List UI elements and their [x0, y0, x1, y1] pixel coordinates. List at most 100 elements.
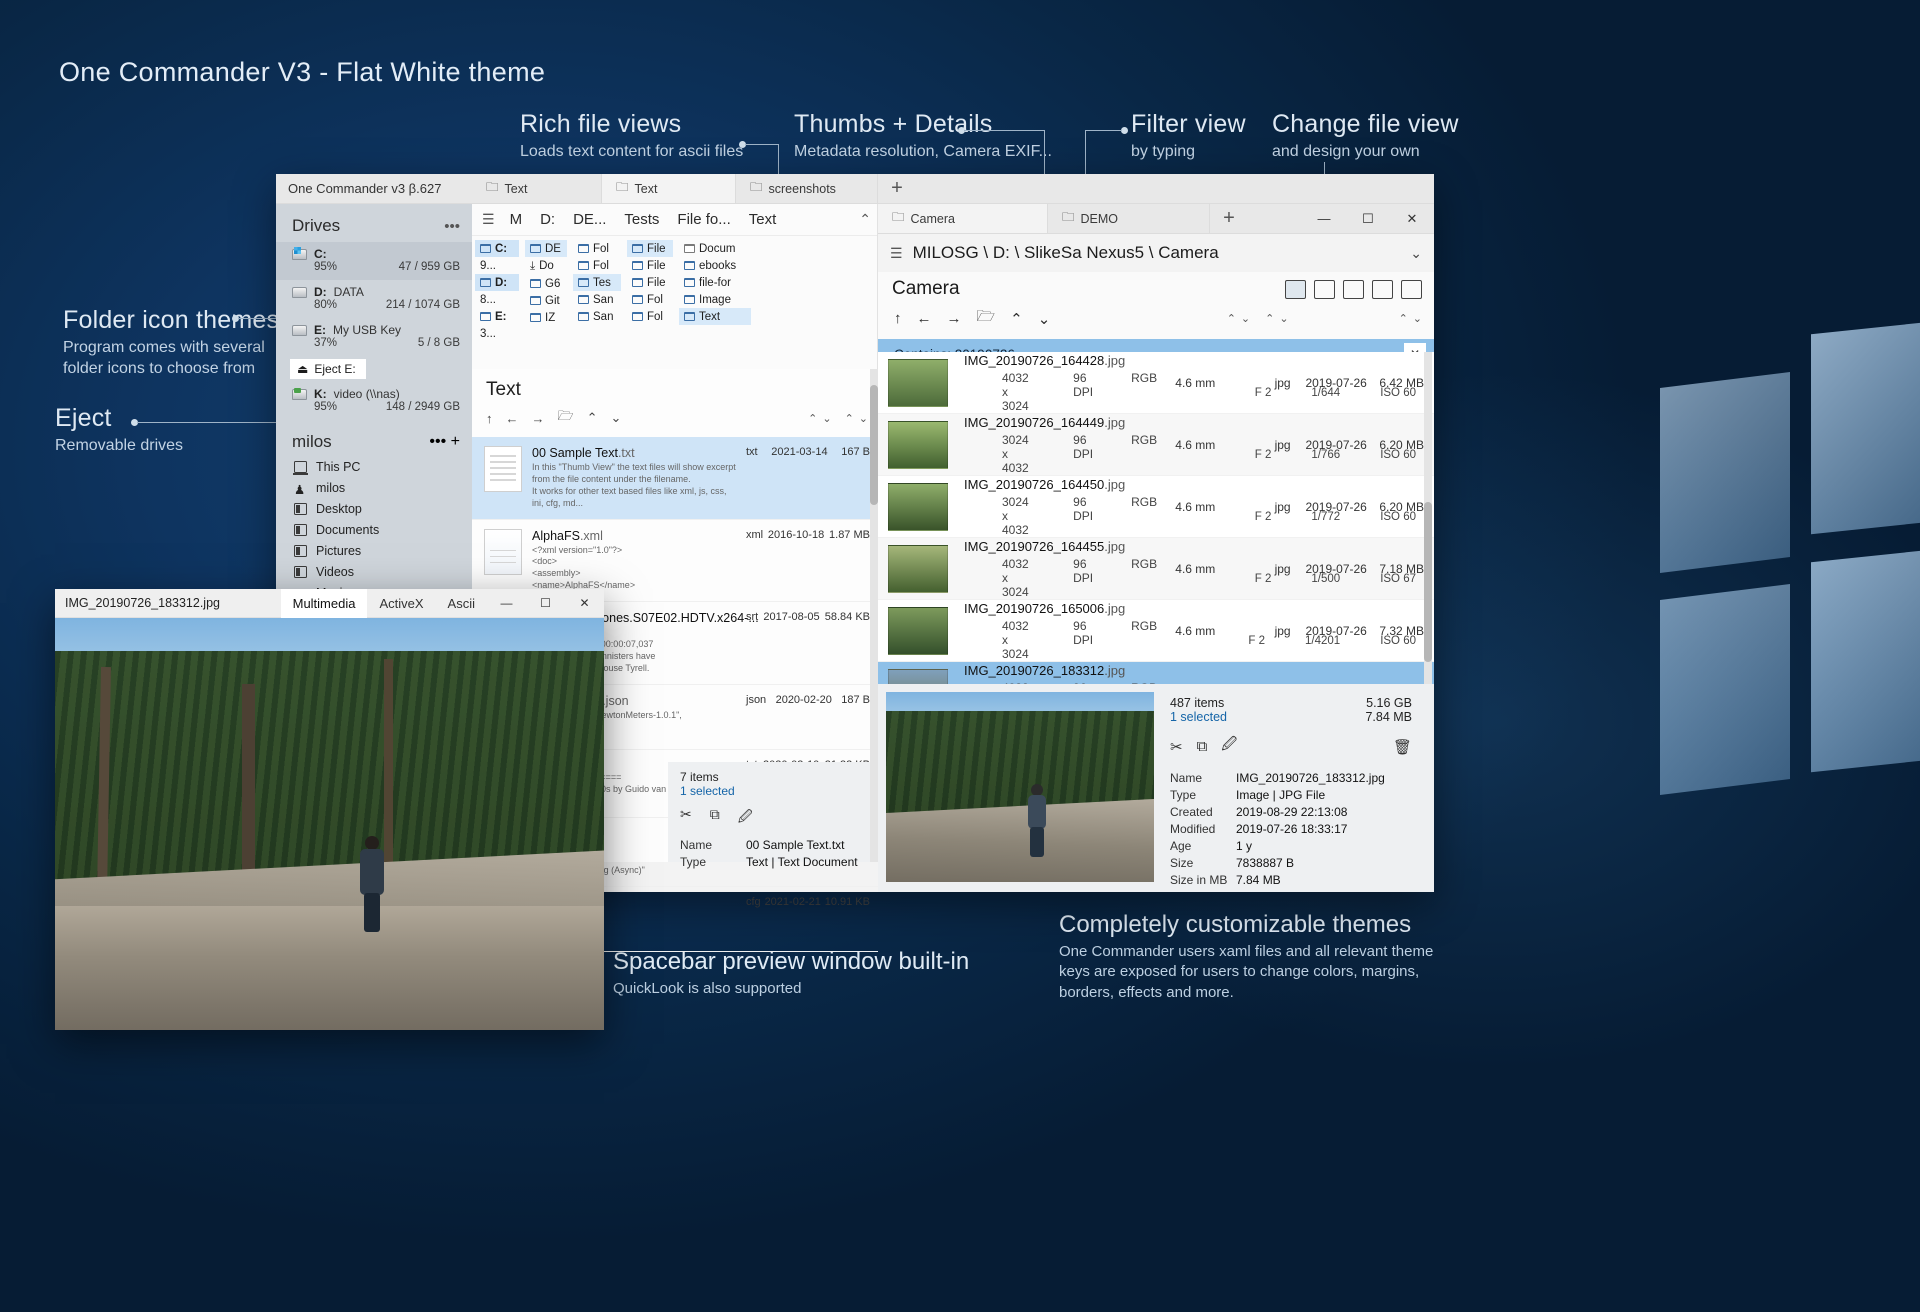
- close-button[interactable]: ✕: [1390, 204, 1434, 233]
- minimize-button[interactable]: —: [487, 589, 526, 618]
- maximize-button[interactable]: ☐: [1346, 204, 1390, 233]
- sort-chevrons-2[interactable]: ⌃ ⌄: [1265, 312, 1288, 325]
- column-item[interactable]: D:: [475, 274, 519, 291]
- chevron-up-icon[interactable]: ⌃: [845, 412, 854, 425]
- drive-item-k[interactable]: K: video (\\nas) 95% 148 / 2949 GB: [276, 382, 472, 420]
- tab-text-2[interactable]: 🗀 Text: [602, 174, 736, 203]
- column-item[interactable]: IZ: [525, 309, 567, 326]
- details-view-icon[interactable]: [1285, 279, 1306, 299]
- sort-chevrons-3[interactable]: ⌃ ⌄: [1399, 312, 1422, 325]
- column-item[interactable]: File: [627, 274, 673, 291]
- copy-icon[interactable]: ⧉: [710, 806, 720, 830]
- favorites-menu-button[interactable]: •••: [429, 433, 446, 450]
- chevron-up-icon[interactable]: ⌃: [1265, 312, 1274, 325]
- table-row[interactable]: IMG_20190726_164450.jpg 3024 x 4032 96 DP…: [878, 476, 1434, 538]
- chevron-down-icon[interactable]: ⌄: [1038, 310, 1051, 328]
- list-icon[interactable]: ☰: [472, 211, 501, 228]
- drive-item-d[interactable]: D: DATA 80% 214 / 1074 GB: [276, 280, 472, 318]
- table-row[interactable]: IMG_20190726_164428.jpg 4032 x 3024 96 DP…: [878, 352, 1434, 414]
- back-icon[interactable]: ←: [917, 310, 932, 327]
- scrollbar-track[interactable]: [870, 369, 878, 862]
- back-icon[interactable]: ←: [506, 411, 519, 426]
- chevron-down-icon[interactable]: ⌄: [1279, 312, 1288, 325]
- forward-icon[interactable]: →: [532, 411, 545, 426]
- sidebar-item-desktop[interactable]: Desktop: [276, 498, 472, 519]
- breadcrumb-segment[interactable]: Text: [740, 211, 786, 228]
- breadcrumb-segment[interactable]: Tests: [615, 211, 668, 228]
- list-view-icon[interactable]: [1314, 279, 1335, 299]
- chevron-down-icon[interactable]: ⌄: [859, 412, 868, 425]
- tab-multimedia[interactable]: Multimedia: [280, 588, 368, 618]
- new-tab-button[interactable]: +: [1210, 204, 1248, 233]
- list-icon[interactable]: ☰: [890, 245, 903, 262]
- scrollbar-track[interactable]: [1424, 352, 1432, 684]
- new-folder-icon[interactable]: 🗁: [558, 407, 574, 429]
- camera-file-list[interactable]: IMG_20190726_164428.jpg 4032 x 3024 96 DP…: [878, 352, 1434, 684]
- column-item[interactable]: San: [573, 308, 621, 325]
- file-row[interactable]: 00 Sample Text.txt In this "Thumb View" …: [472, 437, 878, 520]
- tab-demo[interactable]: 🗀 DEMO: [1048, 204, 1210, 233]
- breadcrumb-segment[interactable]: M: [501, 211, 532, 228]
- scrollbar-thumb[interactable]: [870, 385, 878, 505]
- chevron-down-icon[interactable]: ⌄: [1241, 312, 1250, 325]
- tab-activex[interactable]: ActiveX: [367, 589, 435, 618]
- table-row[interactable]: IMG_20190726_164455.jpg 4032 x 3024 96 DP…: [878, 538, 1434, 600]
- column-item[interactable]: ebooks: [679, 257, 751, 274]
- copy-icon[interactable]: ⧉: [1197, 738, 1208, 755]
- minimize-button[interactable]: —: [1302, 204, 1346, 233]
- table-row[interactable]: IMG_20190726_165006.jpg 4032 x 3024 96 DP…: [878, 600, 1434, 662]
- new-folder-icon[interactable]: 🗁: [977, 306, 996, 331]
- maximize-button[interactable]: ☐: [526, 589, 565, 618]
- drive-item-c[interactable]: C: 95% 47 / 959 GB: [276, 242, 472, 280]
- drive-item-e[interactable]: E: My USB Key 37% 5 / 8 GB: [276, 318, 472, 356]
- column-item[interactable]: San: [573, 291, 621, 308]
- sidebar-item-pictures[interactable]: Pictures: [276, 540, 472, 561]
- favorites-add-button[interactable]: +: [451, 433, 460, 450]
- drives-menu-button[interactable]: •••: [444, 218, 460, 235]
- scrollbar-thumb[interactable]: [1424, 502, 1432, 662]
- chevron-down-icon[interactable]: ⌄: [1413, 312, 1422, 325]
- breadcrumb-segment[interactable]: File fo...: [668, 211, 739, 228]
- chevron-up-icon[interactable]: ⌃: [849, 211, 877, 228]
- column-item[interactable]: File: [627, 240, 673, 257]
- sidebar-item-this-pc[interactable]: This PC: [276, 456, 472, 477]
- tab-camera[interactable]: 🗀 Camera: [878, 204, 1048, 233]
- new-tab-button[interactable]: +: [878, 174, 916, 203]
- column-item[interactable]: Image: [679, 291, 751, 308]
- column-item[interactable]: Fol: [573, 257, 621, 274]
- cut-icon[interactable]: ✂: [1170, 738, 1183, 756]
- sidebar-item-documents[interactable]: Documents: [276, 519, 472, 540]
- column-item[interactable]: Docum: [679, 240, 751, 257]
- column-item[interactable]: File: [627, 257, 673, 274]
- chevron-up-icon[interactable]: ⌃: [1227, 312, 1236, 325]
- delete-icon[interactable]: 🗑: [1393, 738, 1412, 756]
- chevron-down-icon[interactable]: ⌄: [822, 412, 831, 425]
- tiles-view-icon[interactable]: [1372, 279, 1393, 299]
- column-item[interactable]: file-for: [679, 274, 751, 291]
- column-item[interactable]: Tes: [573, 274, 621, 291]
- columns-view-icon[interactable]: [1401, 279, 1422, 299]
- eject-button[interactable]: ⏏ Eject E:: [290, 359, 366, 379]
- column-item[interactable]: Fol: [627, 308, 673, 325]
- column-item[interactable]: C:: [475, 240, 519, 257]
- sort-chevrons[interactable]: ⌃ ⌄: [845, 412, 868, 425]
- chevron-up-icon[interactable]: ⌃: [1010, 310, 1023, 328]
- forward-icon[interactable]: →: [947, 310, 962, 327]
- column-item[interactable]: Fol: [573, 240, 621, 257]
- breadcrumb[interactable]: MILOSG \ D: \ SlikeSa Nexus5 \ Camera: [913, 243, 1219, 263]
- table-row[interactable]: IMG_20190726_164449.jpg 3024 x 4032 96 DP…: [878, 414, 1434, 476]
- chevron-down-icon[interactable]: ⌄: [1410, 245, 1422, 262]
- column-item[interactable]: Text: [679, 308, 751, 325]
- rename-icon[interactable]: 🖉: [738, 806, 753, 830]
- up-icon[interactable]: ↑: [894, 310, 902, 327]
- up-icon[interactable]: ↑: [486, 411, 493, 426]
- close-button[interactable]: ✕: [565, 589, 604, 618]
- rename-icon[interactable]: 🖉: [1221, 734, 1237, 759]
- column-item[interactable]: Git: [525, 292, 567, 309]
- column-item[interactable]: DE: [525, 240, 567, 257]
- column-item[interactable]: G6: [525, 275, 567, 292]
- sort-chevrons-1[interactable]: ⌃ ⌄: [1227, 312, 1250, 325]
- breadcrumb-segment[interactable]: D:: [531, 211, 564, 228]
- chevron-up-icon[interactable]: ⌃: [587, 410, 598, 426]
- column-item[interactable]: E:: [475, 308, 519, 325]
